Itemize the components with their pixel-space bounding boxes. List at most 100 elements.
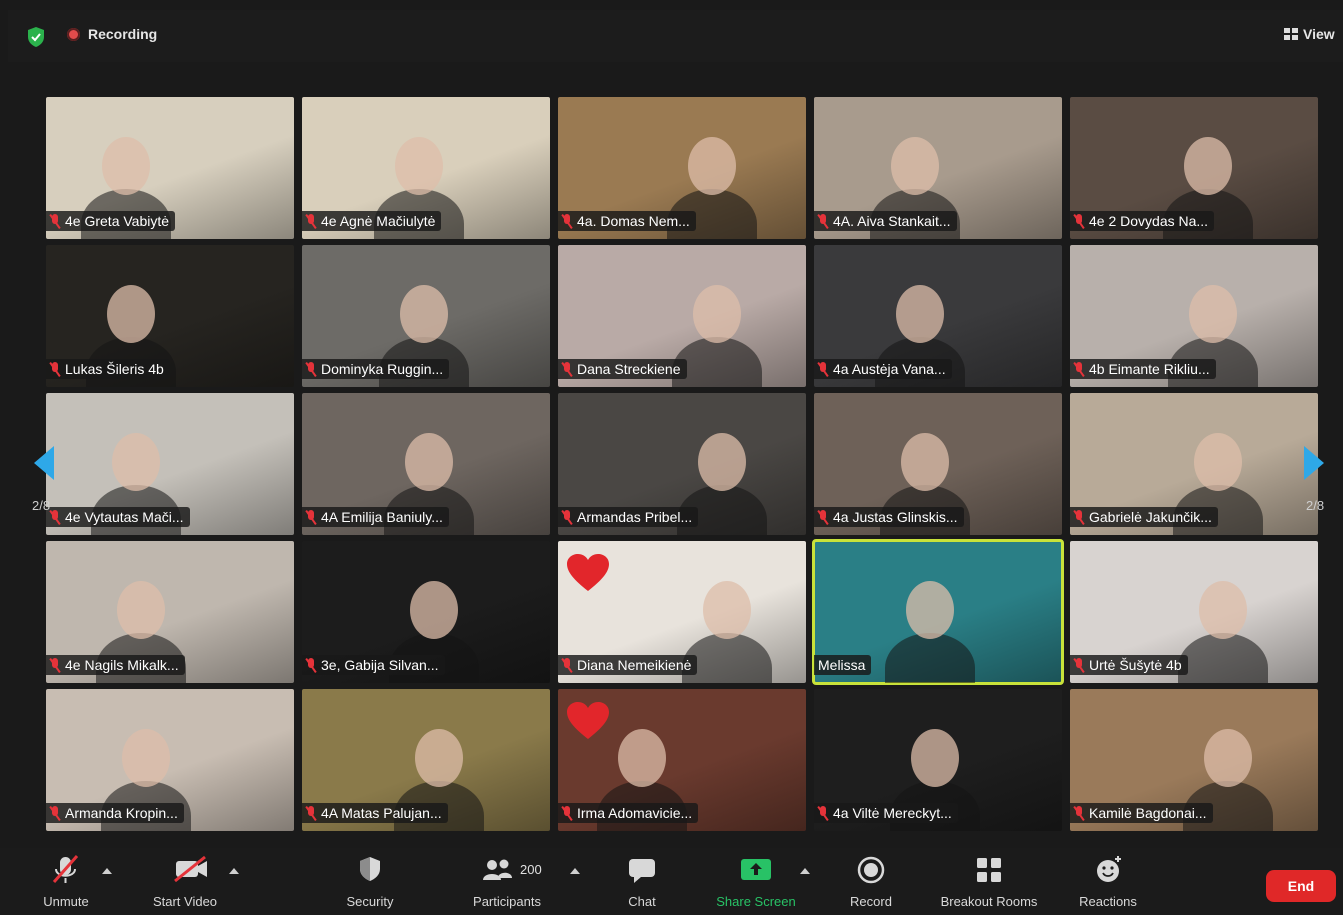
participant-name-bar: 4A Matas Palujan... — [302, 803, 448, 823]
participant-video-face — [906, 581, 954, 639]
participant-name: Armandas Pribel... — [577, 509, 693, 525]
breakout-rooms-label: Breakout Rooms — [940, 894, 1038, 909]
participant-tile[interactable]: 4e Agnė Mačiulytė — [302, 97, 550, 239]
participant-tile[interactable]: Kamilė Bagdonai... — [1070, 689, 1318, 831]
participant-tile[interactable]: 4a. Domas Nem... — [558, 97, 806, 239]
participant-name: Melissa — [818, 657, 866, 673]
share-options-caret[interactable] — [800, 868, 810, 874]
participant-name: 4a Austėja Vana... — [833, 361, 946, 377]
mic-muted-icon — [306, 214, 316, 228]
participant-video-face — [1199, 581, 1247, 639]
participant-name-bar: 4a Justas Glinskis... — [814, 507, 964, 527]
participant-tile[interactable]: 4b Eimante Rikliu... — [1070, 245, 1318, 387]
chat-button[interactable]: Chat — [612, 848, 672, 915]
participant-tile[interactable]: 4e Greta Vabiytė — [46, 97, 294, 239]
participant-tile[interactable]: 4A Emilija Baniuly... — [302, 393, 550, 535]
participants-label: Participants — [473, 894, 541, 909]
participant-name-bar: 4e Greta Vabiytė — [46, 211, 176, 231]
participant-video-face — [405, 433, 453, 491]
end-meeting-button[interactable]: End — [1266, 870, 1336, 902]
participant-name: 4e Nagils Mikalk... — [65, 657, 179, 673]
participant-name: 4e 2 Dovydas Na... — [1089, 213, 1209, 229]
participant-name-bar: 4e Agnė Mačiulytė — [302, 211, 442, 231]
participants-button[interactable]: 200 Participants — [462, 848, 552, 915]
heart-reaction-icon — [567, 554, 609, 591]
participant-name: 4a Justas Glinskis... — [833, 509, 958, 525]
mic-muted-icon — [1074, 362, 1084, 376]
mic-muted-icon — [306, 510, 316, 524]
participant-tile[interactable]: 4A Matas Palujan... — [302, 689, 550, 831]
participant-name-bar: 4e 2 Dovydas Na... — [1070, 211, 1215, 231]
participant-tile[interactable]: Dominyka Ruggin... — [302, 245, 550, 387]
record-button[interactable]: Record — [840, 848, 902, 915]
audio-options-caret[interactable] — [102, 868, 112, 874]
previous-page-button[interactable]: 2/8 — [28, 406, 68, 526]
participant-video-face — [703, 581, 751, 639]
security-button[interactable]: Security — [338, 848, 402, 915]
participant-name: 4e Vytautas Mači... — [65, 509, 184, 525]
participant-name: Irma Adomavicie... — [577, 805, 693, 821]
participant-tile[interactable]: 4e Nagils Mikalk... — [46, 541, 294, 683]
participant-name: Urtė Šušytė 4b — [1089, 657, 1182, 673]
page-indicator-right: 2/8 — [1306, 498, 1325, 513]
reactions-button[interactable]: Reactions — [1072, 848, 1144, 915]
participant-tile[interactable]: Melissa — [812, 539, 1064, 685]
share-screen-button[interactable]: Share Screen — [708, 848, 804, 915]
video-options-caret[interactable] — [229, 868, 239, 874]
participant-tile[interactable]: Diana Nemeikienė — [558, 541, 806, 683]
mic-muted-icon — [562, 510, 572, 524]
participant-tile[interactable]: Lukas Šileris 4b — [46, 245, 294, 387]
participant-tile[interactable]: 4a Justas Glinskis... — [814, 393, 1062, 535]
participant-tile[interactable]: 4e 2 Dovydas Na... — [1070, 97, 1318, 239]
mic-muted-icon — [818, 806, 828, 820]
participant-video-face — [688, 137, 736, 195]
participant-video-face — [911, 729, 959, 787]
reactions-emoji-icon — [1097, 856, 1121, 882]
video-off-icon — [174, 855, 207, 883]
participant-name-bar: Urtė Šušytė 4b — [1070, 655, 1188, 675]
participant-name-bar: Irma Adomavicie... — [558, 803, 699, 823]
participant-video-face — [395, 137, 443, 195]
arrow-right-icon — [1304, 446, 1324, 480]
participants-options-caret[interactable] — [570, 868, 580, 874]
mic-muted-icon — [50, 362, 60, 376]
mic-muted-icon — [50, 806, 60, 820]
participant-tile[interactable]: 4a Viltė Mereckyt... — [814, 689, 1062, 831]
recording-label[interactable]: Recording — [88, 26, 157, 42]
participant-name: Dominyka Ruggin... — [321, 361, 444, 377]
mic-muted-icon — [1074, 510, 1084, 524]
view-button[interactable]: View — [1284, 26, 1335, 42]
security-label: Security — [346, 894, 394, 909]
participant-name-bar: 4e Nagils Mikalk... — [46, 655, 185, 675]
participant-video-face — [400, 285, 448, 343]
participant-tile[interactable]: Gabrielė Jakunčik... — [1070, 393, 1318, 535]
start-video-button[interactable]: Start Video — [143, 848, 227, 915]
heart-reaction-icon — [567, 702, 609, 739]
participant-name-bar: Kamilė Bagdonai... — [1070, 803, 1213, 823]
participant-video-face — [1184, 137, 1232, 195]
participant-name: Kamilė Bagdonai... — [1089, 805, 1207, 821]
participant-tile[interactable]: Armandas Pribel... — [558, 393, 806, 535]
mic-muted-icon — [562, 214, 572, 228]
participant-tile[interactable]: Dana Streckiene — [558, 245, 806, 387]
participant-name-bar: 4a Viltė Mereckyt... — [814, 803, 958, 823]
security-shield-icon — [360, 857, 380, 881]
participant-tile[interactable]: Irma Adomavicie... — [558, 689, 806, 831]
breakout-rooms-icon — [977, 858, 1001, 882]
participant-tile[interactable]: 3e, Gabija Silvan... — [302, 541, 550, 683]
unmute-button[interactable]: Unmute — [30, 848, 102, 915]
participant-tile[interactable]: 4e Vytautas Mači... — [46, 393, 294, 535]
participant-name: 3e, Gabija Silvan... — [321, 657, 439, 673]
breakout-rooms-button[interactable]: Breakout Rooms — [930, 848, 1048, 915]
participant-name: Dana Streckiene — [577, 361, 681, 377]
zoom-meeting-window: Recording View 4e Greta Vabiytė 4e Agnė M… — [0, 0, 1343, 915]
participant-tile[interactable]: 4A. Aiva Stankait... — [814, 97, 1062, 239]
participant-video-face — [122, 729, 170, 787]
participant-video-face — [415, 729, 463, 787]
participant-video-figure — [885, 633, 975, 683]
participant-tile[interactable]: 4a Austėja Vana... — [814, 245, 1062, 387]
participant-tile[interactable]: Armanda Kropin... — [46, 689, 294, 831]
participant-tile[interactable]: Urtė Šušytė 4b — [1070, 541, 1318, 683]
next-page-button[interactable]: 2/8 — [1286, 406, 1326, 526]
encryption-shield-icon[interactable] — [26, 26, 46, 48]
